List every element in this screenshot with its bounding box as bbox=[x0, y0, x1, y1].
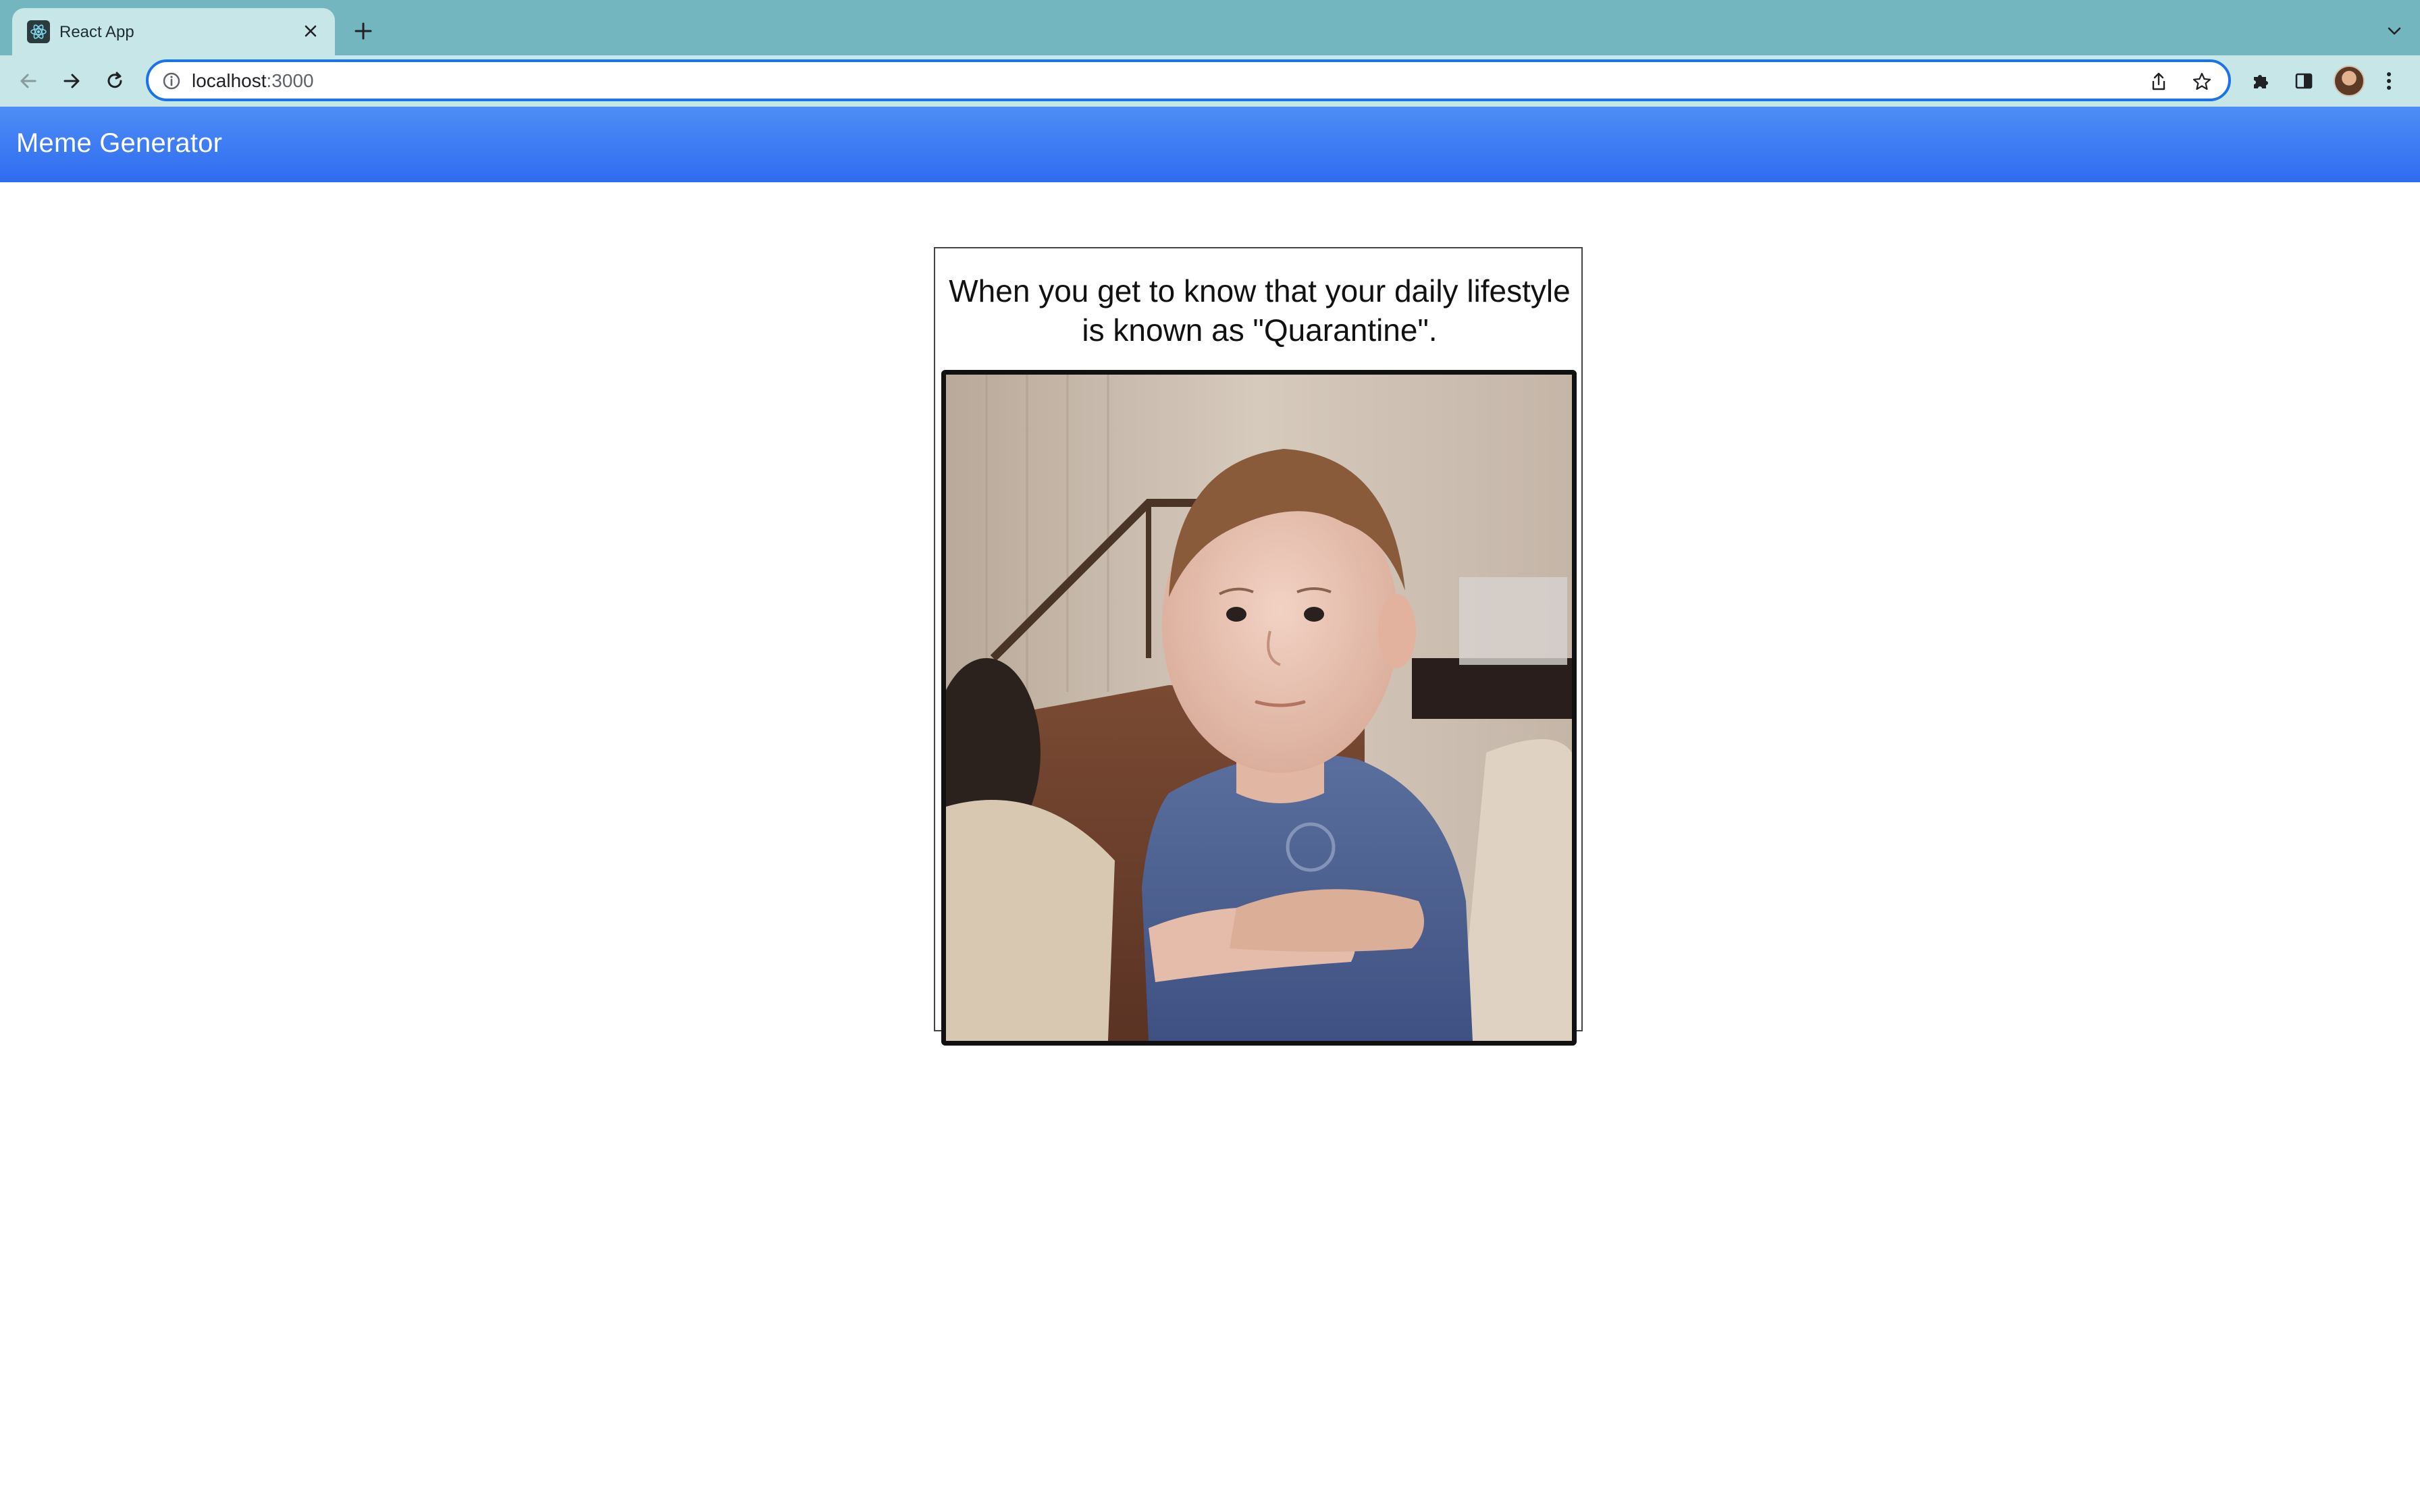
browser-tab[interactable]: React App bbox=[12, 8, 335, 55]
close-tab-icon[interactable] bbox=[297, 18, 324, 45]
side-panel-icon[interactable] bbox=[2289, 66, 2319, 96]
react-favicon-icon bbox=[27, 20, 50, 43]
toddler-photo-illustration bbox=[946, 375, 1572, 1041]
browser-toolbar: localhost:3000 bbox=[0, 55, 2420, 107]
address-bar[interactable]: localhost:3000 bbox=[146, 59, 2231, 101]
extensions-puzzle-icon[interactable] bbox=[2246, 66, 2276, 96]
more-menu-icon[interactable] bbox=[2374, 66, 2404, 96]
meme-image bbox=[941, 370, 1577, 1046]
back-arrow-icon[interactable] bbox=[12, 65, 45, 97]
url-port: :3000 bbox=[266, 70, 314, 91]
profile-avatar[interactable] bbox=[2334, 65, 2365, 97]
new-tab-icon[interactable] bbox=[347, 15, 379, 47]
site-info-icon[interactable] bbox=[162, 72, 181, 90]
app-title: Meme Generator bbox=[16, 128, 223, 158]
reload-icon[interactable] bbox=[99, 65, 131, 97]
browser-tab-strip: React App bbox=[0, 0, 2420, 55]
bookmark-star-icon[interactable] bbox=[2190, 70, 2213, 93]
share-icon[interactable] bbox=[2147, 70, 2170, 93]
meme-caption: When you get to know that your daily lif… bbox=[949, 273, 1571, 348]
tab-search-chevron-icon[interactable] bbox=[2381, 18, 2408, 45]
tab-title: React App bbox=[59, 23, 134, 41]
app-header: Meme Generator bbox=[0, 107, 2420, 182]
url-text: localhost:3000 bbox=[192, 70, 314, 92]
forward-arrow-icon[interactable] bbox=[55, 65, 88, 97]
url-host: localhost bbox=[192, 70, 267, 91]
